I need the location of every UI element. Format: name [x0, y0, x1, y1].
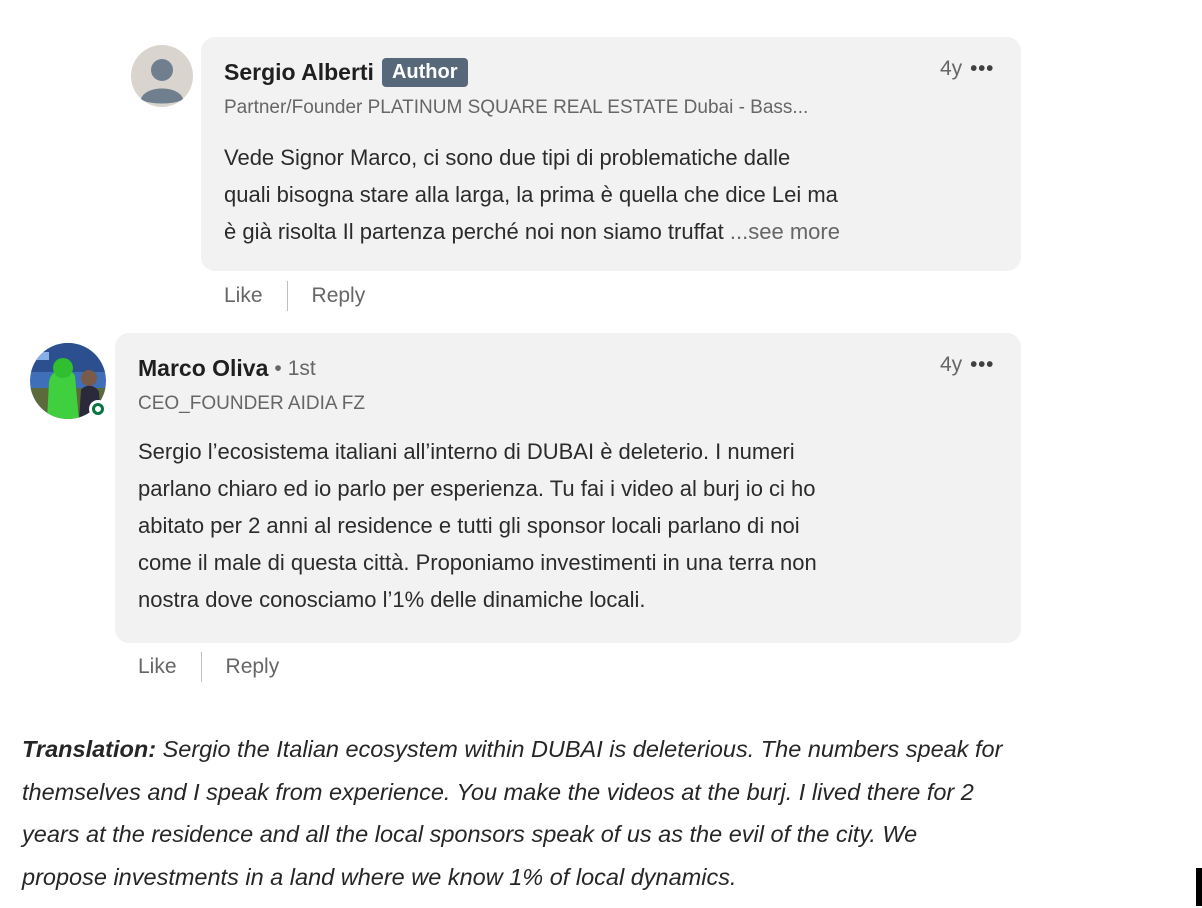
comment-time: 4y: [940, 353, 963, 376]
default-avatar-icon[interactable]: [131, 45, 193, 107]
comment-header: Sergio Alberti Author: [224, 58, 468, 87]
comment-text-line: Vede Signor Marco, ci sono due tipi di p…: [224, 145, 791, 170]
more-options-icon[interactable]: •••: [970, 58, 994, 81]
comment-header: Marco Oliva • 1st: [138, 355, 316, 382]
comment-text-line: Sergio l’ecosistema italiani all’interno…: [138, 439, 795, 464]
translation-label: Translation:: [22, 736, 157, 762]
author-name[interactable]: Marco Oliva: [138, 355, 268, 382]
author-headline: CEO_FOUNDER AIDIA FZ: [138, 393, 365, 414]
comment-actions: Like Reply: [224, 281, 365, 311]
profile-photo[interactable]: [29, 342, 107, 420]
comment-text-line: come il male di questa città. Proponiamo…: [138, 550, 817, 575]
comment-thread: Sergio Alberti Author Partner/Founder PL…: [0, 0, 1202, 908]
like-button[interactable]: Like: [224, 284, 263, 308]
text-cursor-bar: [1196, 868, 1202, 906]
degree-label: 1st: [287, 356, 316, 380]
comment-text-line: abitato per 2 anni al residence e tutti …: [138, 513, 800, 538]
author-headline: Partner/Founder PLATINUM SQUARE REAL EST…: [224, 97, 809, 118]
comment-meta: 4y •••: [940, 353, 994, 377]
comment-marco: Marco Oliva • 1st CEO_FOUNDER AIDIA FZ 4y…: [0, 320, 1202, 690]
comment-text: Sergio l’ecosistema italiani all’interno…: [138, 433, 817, 618]
comment-text-line: parlano chiaro ed io parlo per esperienz…: [138, 476, 816, 501]
comment-time: 4y: [940, 57, 963, 80]
translation-caption: Translation: Sergio the Italian ecosyste…: [22, 728, 1202, 898]
author-name[interactable]: Sergio Alberti: [224, 59, 374, 86]
comment-text-line: è già risolta Il partenza perché noi non…: [224, 213, 840, 250]
see-more-link[interactable]: ...see more: [730, 219, 840, 244]
translation-line: propose investments in a land where we k…: [22, 863, 737, 890]
reply-button[interactable]: Reply: [226, 655, 280, 679]
online-status-icon: [89, 400, 107, 418]
translation-line: years at the residence and all the local…: [22, 821, 918, 847]
comment-text: Vede Signor Marco, ci sono due tipi di p…: [224, 139, 840, 250]
comment-text-truncated: è già risolta Il partenza perché noi non…: [224, 219, 724, 244]
connection-degree: • 1st: [274, 357, 315, 381]
author-badge: Author: [381, 58, 468, 87]
more-options-icon[interactable]: •••: [970, 354, 994, 377]
divider: [200, 652, 202, 682]
like-button[interactable]: Like: [138, 655, 177, 679]
comment-actions: Like Reply: [138, 652, 279, 682]
comment-sergio: Sergio Alberti Author Partner/Founder PL…: [0, 0, 1202, 320]
reply-button[interactable]: Reply: [312, 284, 366, 308]
divider: [286, 281, 288, 311]
translation-line: themselves and I speak from experience. …: [22, 778, 974, 805]
translation-text: Sergio the Italian ecosystem within DUBA…: [156, 736, 1003, 762]
translation-line: Translation: Sergio the Italian ecosyste…: [22, 728, 1202, 771]
degree-dot: •: [274, 356, 282, 380]
comment-meta: 4y •••: [940, 57, 994, 81]
comment-text-line: quali bisogna stare alla larga, la prima…: [224, 182, 838, 207]
comment-text-line: nostra dove conosciamo l’1% delle dinami…: [138, 587, 646, 612]
